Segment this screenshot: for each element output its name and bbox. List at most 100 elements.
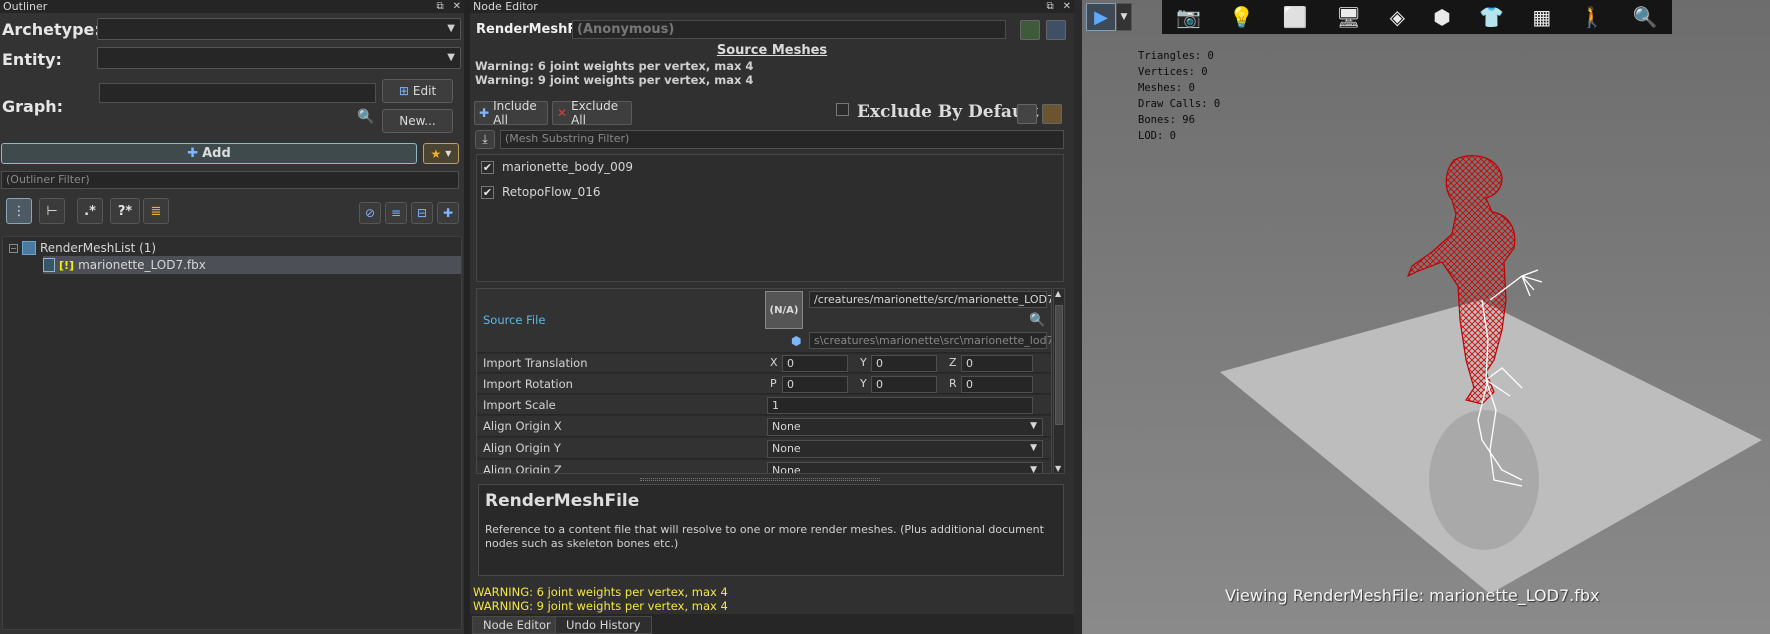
tree-view-icon[interactable]: ⊢ xyxy=(39,198,65,224)
chevron-down-icon: ▼ xyxy=(1030,465,1037,474)
axis-label: Y xyxy=(860,356,867,369)
entity-label: Entity: xyxy=(2,50,62,69)
scroll-down-icon[interactable]: ▼ xyxy=(1055,464,1061,473)
shirt-icon[interactable]: 👕 xyxy=(1479,5,1504,29)
translation-y-field[interactable]: 0 xyxy=(871,355,937,372)
search-graph-icon[interactable]: 🔍 xyxy=(357,109,374,125)
log-line: WARNING: 6 joint weights per vertex, max… xyxy=(473,585,728,599)
scrollbar-thumb[interactable] xyxy=(1055,305,1063,425)
property-row-align-z: Align Origin Z None ▼ xyxy=(477,460,1051,474)
camera-icon[interactable]: 📷 xyxy=(1176,5,1201,29)
exclude-by-default-checkbox[interactable] xyxy=(836,103,849,116)
copy-icon[interactable] xyxy=(1017,104,1037,124)
add-button[interactable]: ✚ Add xyxy=(1,143,417,164)
graph-field[interactable] xyxy=(99,83,376,103)
chevron-down-icon: ▼ xyxy=(447,23,455,34)
light-icon[interactable]: 💡 xyxy=(1229,5,1254,29)
zoom-visibility-icon[interactable]: 🔍 xyxy=(1633,5,1658,29)
entity-combo[interactable]: ▼ xyxy=(97,47,461,69)
paste-icon[interactable] xyxy=(1042,104,1062,124)
align-z-select[interactable]: None ▼ xyxy=(767,462,1043,474)
rotation-r-field[interactable]: 0 xyxy=(961,376,1033,393)
axis-label: P xyxy=(770,377,777,390)
collapse-toggle-icon[interactable]: − xyxy=(9,243,18,253)
outliner-filter-input[interactable]: (Outliner Filter) xyxy=(1,171,459,189)
monitor-icon[interactable]: 🖥 xyxy=(1336,5,1361,29)
align-y-select[interactable]: None ▼ xyxy=(767,440,1043,458)
add-label: Add xyxy=(202,146,231,161)
list-item[interactable]: ✔ marionette_body_009 xyxy=(481,160,633,174)
list-icon[interactable]: ≣ xyxy=(143,198,169,224)
chevron-down-icon: ▼ xyxy=(447,52,455,63)
sort-icon[interactable]: ⤓ xyxy=(475,130,495,149)
close-icon: ✕ xyxy=(557,106,568,120)
wildcard-regex-icon[interactable]: ?* xyxy=(110,198,140,224)
float-icon[interactable]: ⧉ xyxy=(1046,1,1053,12)
property-scrollbar[interactable]: ▲ ▼ xyxy=(1053,288,1065,474)
render-stats: Triangles: 0 Vertices: 0 Meshes: 0 Draw … xyxy=(1138,48,1220,144)
node-editor-panel: Node Editor ⧉ ✕ RenderMeshFile (Anonymous… xyxy=(470,0,1074,634)
node-name-field[interactable]: (Anonymous) xyxy=(572,20,1006,39)
plus-icon: ✚ xyxy=(187,146,199,161)
property-row-source-file: Source File (N/A) /creatures/marionette/… xyxy=(477,289,1051,353)
node-list-icon[interactable] xyxy=(1046,20,1066,40)
close-icon[interactable]: ✕ xyxy=(1063,1,1071,12)
skeleton-visibility-icon[interactable]: 🚶 xyxy=(1580,5,1605,29)
import-scale-value: 1 xyxy=(772,399,779,412)
viewport-panel[interactable]: ▶ ▼ 📷 💡 ⬜ 🖥 ◈ ⬢ 👕 ▦ 🚶 🔍 Triangles: 0 Ver… xyxy=(1082,0,1770,634)
tree-row-rendermeshlist[interactable]: − RenderMeshList (1) xyxy=(9,239,156,257)
scroll-up-icon[interactable]: ▲ xyxy=(1055,289,1061,298)
outliner-title: Outliner xyxy=(3,0,48,13)
new-graph-button[interactable]: New... xyxy=(382,109,453,133)
source-file-path-field[interactable]: /creatures/marionette/src/marionette_LOD… xyxy=(809,291,1051,308)
rotation-y-field[interactable]: 0 xyxy=(871,376,937,393)
browse-search-icon[interactable]: 🔍 xyxy=(1029,313,1045,328)
new-node-icon[interactable] xyxy=(1020,20,1040,40)
viewport-toolbar: ▶ ▼ 📷 💡 ⬜ 🖥 ◈ ⬢ 👕 ▦ 🚶 🔍 xyxy=(1082,0,1770,34)
play-icon[interactable]: ▶ xyxy=(1086,3,1116,31)
mesh-checkbox[interactable]: ✔ xyxy=(481,160,494,174)
align-y-value: None xyxy=(772,442,801,455)
splitter[interactable] xyxy=(1074,0,1082,634)
source-file-path: /creatures/marionette/src/marionette_LOD… xyxy=(814,293,1052,306)
hide-icon[interactable]: ⊘ xyxy=(359,202,381,224)
stat-line: Triangles: 0 xyxy=(1138,50,1214,62)
align-y-label: Align Origin Y xyxy=(483,441,561,455)
list-item[interactable]: ✔ RetopoFlow_016 xyxy=(481,185,600,199)
wireframe-cube-icon[interactable]: ◈ xyxy=(1390,5,1405,29)
mesh-filter-input[interactable]: (Mesh Substring Filter) xyxy=(500,130,1064,149)
chevron-down-icon: ▼ xyxy=(1030,443,1037,453)
outliner-tree[interactable]: − RenderMeshList (1) [!] marionette_LOD7… xyxy=(2,236,462,630)
edit-graph-button[interactable]: ⊞ Edit xyxy=(382,79,453,103)
align-z-value: None xyxy=(772,464,801,474)
translation-x-field[interactable]: 0 xyxy=(782,355,848,372)
rotation-p-field[interactable]: 0 xyxy=(782,376,848,393)
hierarchy-view-icon[interactable]: ⋮ xyxy=(6,198,32,224)
property-grid: Source File (N/A) /creatures/marionette/… xyxy=(476,288,1052,474)
archetype-combo[interactable]: ▼ xyxy=(97,18,461,40)
tree-row-marionette-lod7[interactable]: [!] marionette_LOD7.fbx xyxy=(43,256,461,274)
import-translation-label: Import Translation xyxy=(483,356,588,370)
translation-z-field[interactable]: 0 xyxy=(961,355,1033,372)
perforce-icon[interactable]: ⬢ xyxy=(791,334,801,348)
collapse-all-icon[interactable]: ⊟ xyxy=(411,202,433,224)
mesh-checkbox[interactable]: ✔ xyxy=(481,185,494,199)
exclude-all-button[interactable]: ✕ Exclude All xyxy=(552,99,632,127)
import-scale-field[interactable]: 1 xyxy=(767,397,1033,414)
regex-icon[interactable]: .* xyxy=(77,198,103,224)
shapes-icon[interactable]: ⬢ xyxy=(1433,5,1450,29)
collapse-icon[interactable]: ≡ xyxy=(385,202,407,224)
close-icon[interactable]: ✕ xyxy=(453,1,461,12)
chevron-down-icon[interactable]: ▼ xyxy=(1116,3,1132,31)
star-icon: ★ xyxy=(430,146,442,161)
grid-visibility-icon[interactable]: ▦ xyxy=(1532,5,1551,29)
float-icon[interactable]: ⧉ xyxy=(436,1,443,12)
tab-node-editor[interactable]: Node Editor xyxy=(472,616,562,634)
expand-icon[interactable]: ✚ xyxy=(437,202,459,224)
cube-icon[interactable]: ⬜ xyxy=(1283,5,1308,29)
favorites-button[interactable]: ★ ▼ xyxy=(423,143,459,164)
include-all-button[interactable]: ✚ Include All xyxy=(474,99,548,127)
tab-undo-history[interactable]: Undo History xyxy=(555,616,652,634)
resize-handle[interactable] xyxy=(640,478,880,481)
align-x-select[interactable]: None ▼ xyxy=(767,418,1043,436)
